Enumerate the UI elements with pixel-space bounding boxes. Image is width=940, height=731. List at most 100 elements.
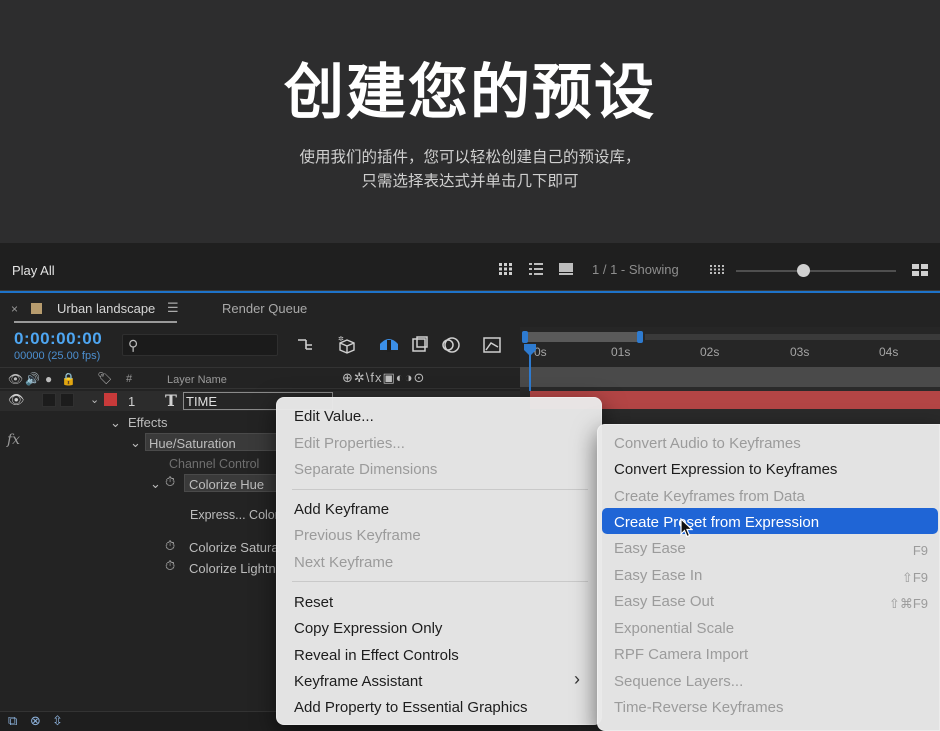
- menu-item-edit-value[interactable]: Edit Value...: [294, 408, 374, 425]
- shortcut-easy-ease-out: ⇧⌘F9: [888, 596, 928, 611]
- lock-column-icon: 🔒: [61, 372, 76, 386]
- effects-group[interactable]: Effects: [128, 415, 168, 430]
- layer-label-color[interactable]: [104, 393, 117, 406]
- menu-item-add-keyframe[interactable]: Add Keyframe: [294, 501, 389, 518]
- text-layer-icon: T: [165, 391, 177, 410]
- stopwatch-icon[interactable]: ⏱: [165, 474, 175, 490]
- zoom-slider-track[interactable]: [736, 270, 896, 272]
- submenu-item-create-from-data: Create Keyframes from Data: [614, 488, 805, 505]
- large-view-icon[interactable]: [559, 263, 573, 275]
- solo-column-icon: ●: [45, 372, 53, 386]
- layer-switches-icon[interactable]: ⧉: [8, 713, 17, 729]
- layer-name-column[interactable]: Layer Name: [167, 374, 227, 386]
- showing-count: 1 / 1 - Showing: [592, 262, 679, 277]
- video-toggle-column-icon: 👁: [8, 372, 24, 386]
- layer-number-column: #: [126, 373, 133, 385]
- submenu-item-convert-expression[interactable]: Convert Expression to Keyframes: [614, 461, 837, 478]
- menu-item-reveal-in-effect-controls[interactable]: Reveal in Effect Controls: [294, 647, 459, 664]
- colorize-lightness-property[interactable]: Colorize Lightn: [189, 561, 276, 576]
- menu-item-copy-expression-only[interactable]: Copy Expression Only: [294, 620, 442, 637]
- search-icon: ⚲: [128, 337, 139, 353]
- tab-urban-landscape[interactable]: Urban landscape: [57, 301, 155, 316]
- motion-blur-icon[interactable]: [441, 336, 461, 354]
- transfer-controls-icon[interactable]: ⊗: [30, 713, 41, 729]
- panel-menu-icon[interactable]: ☰: [167, 300, 179, 316]
- composition-swatch: [31, 303, 42, 314]
- chevron-down-icon[interactable]: ⌄: [90, 393, 99, 406]
- tab-render-queue[interactable]: Render Queue: [222, 301, 307, 316]
- work-area-start-handle[interactable]: [522, 331, 528, 343]
- current-timecode[interactable]: 0:00:00:00: [14, 329, 102, 349]
- in-out-icon[interactable]: ⇳: [52, 713, 63, 729]
- submenu-item-sequence-layers: Sequence Layers...: [614, 673, 744, 690]
- menu-separator: [292, 489, 588, 490]
- submenu-item-create-preset[interactable]: Create Preset from Expression: [614, 514, 819, 531]
- frame-blending-icon[interactable]: [411, 336, 429, 354]
- playhead-line: [529, 355, 531, 391]
- graph-editor-icon[interactable]: [482, 335, 502, 355]
- menu-item-add-property-essential-graphics[interactable]: Add Property to Essential Graphics: [294, 699, 527, 716]
- svg-text:✲: ✲: [338, 335, 344, 343]
- chevron-down-icon[interactable]: ⌄: [150, 476, 161, 492]
- label-tag-icon: 🏷: [97, 371, 113, 385]
- grid-view-icon[interactable]: [499, 263, 513, 275]
- chevron-right-icon: ›: [574, 669, 580, 689]
- colorize-saturation-property[interactable]: Colorize Satura: [189, 540, 279, 555]
- channel-control-property[interactable]: Channel Control: [169, 457, 259, 471]
- menu-separator: [292, 581, 588, 582]
- ruler-label-02s: 02s: [700, 345, 720, 359]
- eye-icon[interactable]: 👁: [8, 392, 25, 408]
- active-tab-indicator: [14, 321, 177, 323]
- colorize-hue-property[interactable]: Colorize Hue: [189, 477, 264, 492]
- chevron-down-icon[interactable]: ⌄: [110, 415, 121, 431]
- menu-item-edit-properties: Edit Properties...: [294, 435, 405, 452]
- submenu-item-time-reverse: Time-Reverse Keyframes: [614, 699, 784, 716]
- audio-column-icon: 🔊: [25, 372, 40, 386]
- ruler-label-01s: 01s: [611, 345, 631, 359]
- solo-toggle[interactable]: [42, 393, 56, 407]
- large-grid-icon[interactable]: [912, 264, 928, 276]
- comp-flowchart-icon[interactable]: [296, 337, 316, 353]
- layer-search-input[interactable]: [122, 334, 278, 356]
- draft-3d-icon[interactable]: ✲: [336, 334, 358, 354]
- time-navigator-track[interactable]: [645, 334, 940, 340]
- shortcut-easy-ease-in: ⇧F9: [901, 570, 928, 585]
- menu-item-next-keyframe: Next Keyframe: [294, 554, 394, 571]
- chevron-down-icon[interactable]: ⌄: [130, 435, 141, 451]
- close-tab-icon[interactable]: ×: [11, 302, 18, 316]
- hero-banner: 创建您的预设 使用我们的插件，您可以轻松创建自己的预设库， 只需选择表达式并单击…: [0, 0, 940, 243]
- menu-item-keyframe-assistant[interactable]: Keyframe Assistant: [294, 673, 422, 690]
- submenu-item-easy-ease: Easy Ease: [614, 540, 686, 557]
- submenu-item-easy-ease-out: Easy Ease Out: [614, 593, 715, 610]
- submenu-item-rpf-camera-import: RPF Camera Import: [614, 646, 749, 663]
- work-area-bar[interactable]: [526, 332, 640, 342]
- stopwatch-icon[interactable]: ⏱: [165, 558, 175, 574]
- layer-number: 1: [128, 394, 136, 409]
- fx-icon[interactable]: fx: [7, 432, 20, 448]
- timeline-track-header: [520, 367, 940, 387]
- hue-saturation-effect[interactable]: Hue/Saturation: [149, 436, 236, 451]
- expression-property[interactable]: Express... Color: [190, 508, 279, 522]
- work-area-end-handle[interactable]: [637, 331, 643, 343]
- layer-column-header: [0, 367, 520, 389]
- submenu-item-exponential-scale: Exponential Scale: [614, 620, 735, 637]
- hero-title: 创建您的预设: [284, 58, 656, 128]
- layer-name: TIME: [186, 394, 218, 409]
- mouse-pointer-icon: [680, 518, 693, 538]
- small-grid-icon[interactable]: [710, 265, 724, 274]
- shortcut-easy-ease: F9: [912, 543, 928, 558]
- ruler-label-04s: 04s: [879, 345, 899, 359]
- list-view-icon[interactable]: [529, 263, 543, 275]
- submenu-item-convert-audio: Convert Audio to Keyframes: [614, 435, 801, 452]
- hero-subtitle-line1: 使用我们的插件，您可以轻松创建自己的预设库，: [299, 148, 641, 166]
- stopwatch-icon[interactable]: ⏱: [165, 538, 175, 554]
- switches-column-icons: ⊕✲\fx▣◐◑⊙: [342, 370, 426, 385]
- play-all-button[interactable]: Play All: [12, 263, 55, 278]
- lock-toggle[interactable]: [60, 393, 74, 407]
- frame-count: 00000 (25.00 fps): [14, 350, 101, 362]
- menu-item-reset[interactable]: Reset: [294, 594, 333, 611]
- menu-item-separate-dimensions: Separate Dimensions: [294, 461, 438, 478]
- zoom-slider-thumb[interactable]: [796, 264, 810, 277]
- ruler-label-03s: 03s: [790, 345, 810, 359]
- shy-layers-icon[interactable]: [377, 336, 401, 354]
